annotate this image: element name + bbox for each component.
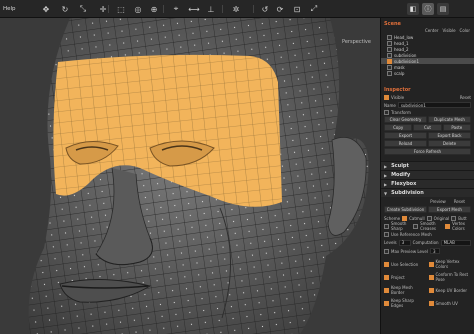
keep-uv-border-label: Keep UV Border: [435, 287, 468, 293]
transform-checkbox[interactable]: [384, 110, 389, 115]
scheme-butt-radio[interactable]: [451, 215, 457, 221]
subdivision-body: Preview Reset Create Subdivision Export …: [381, 197, 474, 308]
section-flexybox[interactable]: ▶ Flexybox: [381, 179, 474, 188]
use-selection-checkbox[interactable]: [384, 261, 389, 267]
inspector-buttons: Clear Geometry Duplicate Mesh Copy Cut P…: [381, 116, 474, 155]
scene-item[interactable]: scalp: [381, 70, 474, 76]
levels-label: Levels: [384, 240, 397, 245]
create-subdivision-button[interactable]: Create Subdivision: [384, 206, 427, 213]
undo-icon[interactable]: ↺: [258, 0, 272, 18]
scheme-catmull-radio[interactable]: [402, 215, 408, 221]
smooth-creases-checkbox[interactable]: [413, 223, 419, 229]
subdivision-reset-link[interactable]: Reset: [454, 199, 465, 204]
move-tool-icon[interactable]: ✥: [39, 0, 53, 18]
axis-tool-icon[interactable]: ⊥: [204, 0, 218, 18]
subdivision-options: Use Selection Keep Vertex Colors Project…: [384, 259, 471, 308]
pan-tool-icon[interactable]: ⊕: [147, 0, 161, 18]
scheme-original-radio[interactable]: [426, 215, 432, 221]
clear-geometry-button[interactable]: Clear Geometry: [384, 116, 427, 123]
rotate-tool-icon[interactable]: ↻: [58, 0, 72, 18]
info-icon[interactable]: ⓘ: [422, 3, 434, 15]
keep-mesh-border-label: Keep Mesh Border: [391, 285, 413, 295]
project-checkbox[interactable]: [384, 274, 389, 280]
scene-col-color: Color: [459, 28, 470, 33]
grid-tool-icon[interactable]: ✲: [229, 0, 243, 18]
max-preview-level-label: Max Preview Level: [391, 248, 428, 254]
scheme-catmull-label: Catmull: [409, 215, 425, 221]
keep-sharp-edges-label: Keep Sharp Edges: [391, 298, 414, 308]
name-field[interactable]: subdivision1: [397, 102, 471, 108]
reload-button[interactable]: Reload: [384, 140, 427, 147]
section-sculpt[interactable]: ▶ Sculpt: [381, 161, 474, 170]
conform-rest-pose-label: Conform To Rest Pose: [435, 272, 469, 282]
project-label: Project: [391, 274, 405, 280]
use-reference-mesh-checkbox[interactable]: [384, 231, 389, 237]
camera-icon[interactable]: ⊡: [290, 0, 304, 18]
use-selection-label: Use Selection: [391, 261, 419, 267]
keep-vertex-colors-checkbox[interactable]: [428, 261, 434, 267]
viewport-camera-label[interactable]: Perspective: [342, 39, 371, 45]
symmetry-tool-icon[interactable]: ⟷: [187, 0, 201, 18]
max-preview-level-checkbox[interactable]: [384, 248, 389, 254]
scheme-label: Scheme: [384, 215, 401, 221]
viewport-3d[interactable]: Perspective: [0, 18, 380, 334]
inspector-title: Inspector: [384, 87, 411, 93]
layers-icon[interactable]: ▤: [437, 3, 449, 15]
smooth-sharp-label: Smooth Sharp: [391, 221, 407, 231]
export-button[interactable]: Export: [384, 132, 427, 139]
delete-button[interactable]: Delete: [428, 140, 471, 147]
inspector-reset-link[interactable]: Reset: [460, 95, 471, 100]
view-mode-icons: ◧ ⓘ ▤: [407, 3, 449, 15]
vertex-colors-label: Vertex Colors: [452, 221, 466, 231]
select-tool-icon[interactable]: ⌖: [169, 0, 183, 18]
section-subdivision[interactable]: ▼ Subdivision: [381, 188, 474, 197]
transform-label: Transform: [391, 110, 411, 115]
head-mesh-render: [0, 18, 380, 334]
menu-bar: Help: [0, 6, 16, 12]
conform-rest-pose-checkbox[interactable]: [428, 274, 434, 280]
scale-tool-icon[interactable]: ⤡: [76, 0, 90, 18]
levels-field[interactable]: 3: [398, 239, 411, 246]
paste-button[interactable]: Paste: [442, 124, 471, 131]
scheme-butt-label: Butt: [458, 215, 467, 221]
shading-icon[interactable]: ◧: [407, 3, 419, 15]
smooth-uv-checkbox[interactable]: [428, 300, 434, 306]
section-modify[interactable]: ▶ Modify: [381, 170, 474, 179]
computation-select[interactable]: MLAB: [440, 239, 471, 246]
keep-mesh-border-checkbox[interactable]: [384, 287, 389, 293]
force-refresh-button[interactable]: Force Refresh: [384, 148, 471, 155]
cut-button[interactable]: Cut: [413, 124, 442, 131]
export-back-button[interactable]: Export Back: [428, 132, 471, 139]
mask-tool-icon[interactable]: ◎: [131, 0, 145, 18]
scheme-original-label: Original: [433, 215, 450, 221]
name-label: Name: [384, 102, 396, 108]
computation-label: Computation: [412, 240, 439, 245]
preview-label: Preview: [430, 199, 446, 204]
keep-vertex-colors-label: Keep Vertex Colors: [435, 259, 460, 269]
use-reference-mesh-label: Use Reference Mesh: [391, 231, 432, 237]
scene-title: Scene: [384, 21, 401, 27]
scene-col-visible: Visible: [442, 28, 456, 33]
fullscreen-icon[interactable]: ⤢: [307, 0, 321, 18]
side-panel: Scene Center Visible Color Head_low head…: [380, 18, 474, 334]
scene-list: Head_low head_1 head_2 subdivision subdi…: [381, 34, 474, 76]
copy-button[interactable]: Copy: [384, 124, 413, 131]
app-window: Help ✥ ↻ ⤡ ✛ ⬚ ◎ ⊕ ⌖ ⟷ ⊥ ✲ ↺ ⟳ ⊡ ⤢ Persp…: [0, 0, 474, 334]
visible-checkbox[interactable]: [384, 95, 389, 100]
redo-icon[interactable]: ⟳: [273, 0, 287, 18]
sculpt-tool-icon[interactable]: ⬚: [114, 0, 128, 18]
top-toolbar: Help ✥ ↻ ⤡ ✛ ⬚ ◎ ⊕ ⌖ ⟷ ⊥ ✲ ↺ ⟳ ⊡ ⤢: [0, 0, 474, 18]
export-mesh-button[interactable]: Export Mesh: [428, 206, 471, 213]
keep-sharp-edges-checkbox[interactable]: [384, 300, 389, 306]
smooth-creases-label: Smooth Creases: [420, 221, 436, 231]
menu-help[interactable]: Help: [3, 6, 16, 12]
scene-col-center: Center: [425, 28, 439, 33]
vertex-colors-checkbox[interactable]: [445, 223, 451, 229]
max-preview-level-field[interactable]: 3: [429, 248, 440, 254]
smooth-sharp-checkbox[interactable]: [384, 223, 389, 229]
visible-label: Visible: [391, 95, 405, 100]
keep-uv-border-checkbox[interactable]: [428, 287, 434, 293]
smooth-uv-label: Smooth UV: [435, 300, 458, 306]
duplicate-mesh-button[interactable]: Duplicate Mesh: [428, 116, 471, 123]
